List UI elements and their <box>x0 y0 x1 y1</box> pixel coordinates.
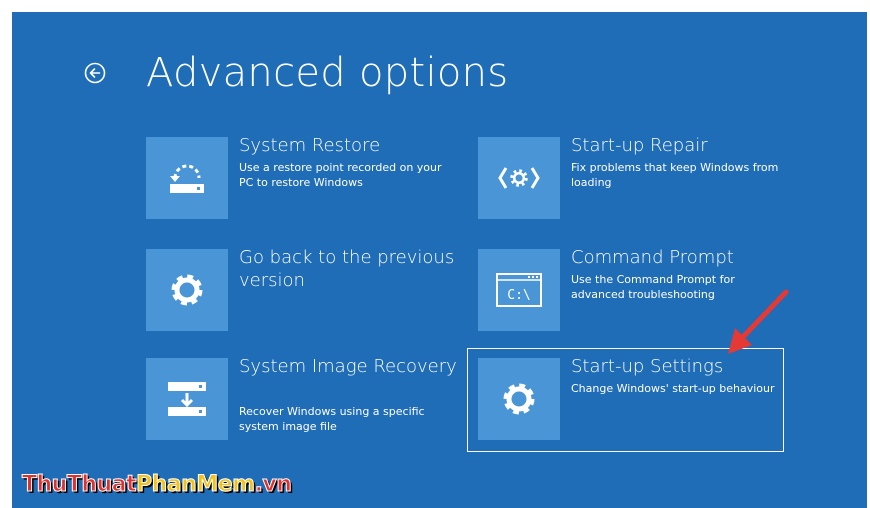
gear-icon <box>503 383 535 415</box>
watermark-logo: ThuThuatPhanMem.vn <box>21 472 292 498</box>
option-tile <box>146 137 228 219</box>
option-description: Use a restore point recorded on your PC … <box>239 161 442 189</box>
system-restore-icon <box>170 164 204 193</box>
system-image-icon <box>168 382 206 416</box>
option-tile <box>146 358 228 440</box>
back-button[interactable] <box>84 62 106 84</box>
option-title: Start-up Repair <box>571 135 708 156</box>
option-description: Recover Windows using a specific system … <box>239 405 425 433</box>
option-tile <box>478 137 560 219</box>
option-title: System Restore <box>239 135 381 156</box>
advanced-options-screen: Advanced options System Restore Use a re… <box>12 12 867 508</box>
option-tile: C:\ <box>478 249 560 331</box>
option-tile <box>478 358 560 440</box>
page-title: Advanced options <box>146 50 509 96</box>
option-title: Command Prompt <box>571 247 734 268</box>
option-description: Change Windows' start-up behaviour <box>571 382 775 395</box>
startup-repair-icon <box>498 167 540 189</box>
option-startup-settings[interactable]: Start-up Settings Change Windows' start-… <box>478 356 788 450</box>
back-arrow-icon <box>84 62 106 84</box>
option-description: Use the Command Prompt for advanced trou… <box>571 273 735 301</box>
option-command-prompt[interactable]: C:\ Command Prompt Use the Command Promp… <box>478 247 788 341</box>
option-description: Fix problems that keep Windows from load… <box>571 161 779 189</box>
option-title: Start-up Settings <box>571 356 724 377</box>
option-tile <box>146 249 228 331</box>
option-title: System Image Recovery <box>239 356 457 377</box>
option-system-image-recovery[interactable]: System Image Recovery Recover Windows us… <box>146 356 457 450</box>
option-title: Go back to the previous version <box>239 247 455 291</box>
svg-text:C:\: C:\ <box>507 288 530 303</box>
option-startup-repair[interactable]: Start-up Repair Fix problems that keep W… <box>478 135 788 229</box>
gear-icon <box>171 274 203 306</box>
option-system-restore[interactable]: System Restore Use a restore point recor… <box>146 135 456 229</box>
command-prompt-icon: C:\ <box>496 273 542 307</box>
option-go-back[interactable]: Go back to the previous version <box>146 247 456 341</box>
